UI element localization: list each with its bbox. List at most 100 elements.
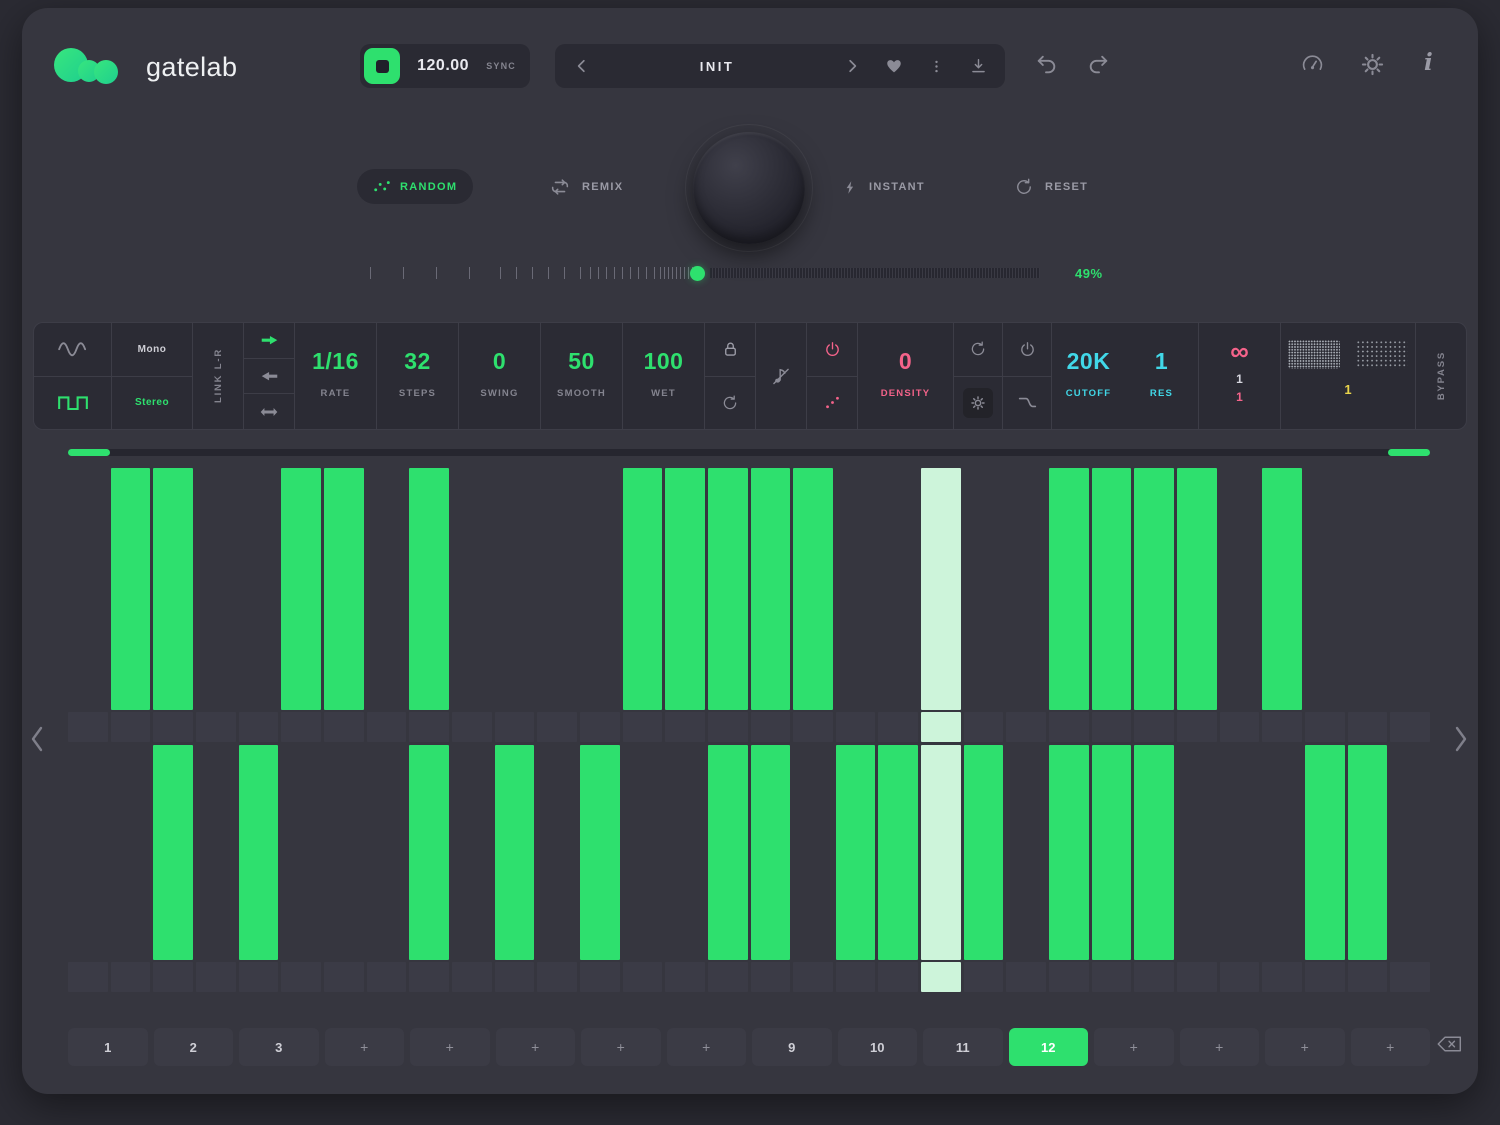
sequencer-step-10[interactable] xyxy=(452,468,492,742)
sequencer-step-6[interactable] xyxy=(281,745,321,992)
resonance-control[interactable]: 1 RES xyxy=(1125,323,1198,429)
pattern-slot-11[interactable]: 11 xyxy=(923,1028,1003,1066)
sequencer-step-16[interactable] xyxy=(708,468,748,742)
sequencer-step-28[interactable] xyxy=(1220,468,1260,742)
rate-control[interactable]: 1/16 RATE xyxy=(295,323,376,429)
loop-end-handle[interactable] xyxy=(1388,449,1430,456)
sequencer-step-9[interactable] xyxy=(409,745,449,992)
redo-button[interactable] xyxy=(1086,52,1111,77)
sequencer-step-13[interactable] xyxy=(580,745,620,992)
pattern-slot-10[interactable]: 10 xyxy=(838,1028,918,1066)
wet-control[interactable]: 100 WET xyxy=(623,323,704,429)
sequencer-step-26[interactable] xyxy=(1134,745,1174,992)
sequencer-step-22[interactable] xyxy=(964,745,1004,992)
smooth-control[interactable]: 50 SMOOTH xyxy=(541,323,622,429)
sequencer-step-5[interactable] xyxy=(239,468,279,742)
sequencer-step-17[interactable] xyxy=(751,745,791,992)
sequencer-step-5[interactable] xyxy=(239,745,279,992)
pattern-slot-add[interactable]: + xyxy=(667,1028,747,1066)
pattern-slot-add[interactable]: + xyxy=(1180,1028,1260,1066)
noise-sparse-icon[interactable] xyxy=(1356,340,1408,369)
mono-button[interactable]: Mono xyxy=(112,323,192,376)
pattern-slot-9[interactable]: 9 xyxy=(752,1028,832,1066)
density-power-button[interactable] xyxy=(807,323,857,376)
sequencer-step-11[interactable] xyxy=(495,745,535,992)
pattern-slot-2[interactable]: 2 xyxy=(154,1028,234,1066)
lock-button[interactable] xyxy=(705,323,755,376)
swing-control[interactable]: 0 SWING xyxy=(459,323,540,429)
pattern-slot-add[interactable]: + xyxy=(410,1028,490,1066)
link-lr-toggle[interactable]: LINK L-R xyxy=(213,348,224,403)
sequencer-step-3[interactable] xyxy=(153,468,193,742)
repeat-control[interactable]: ∞ 1 1 xyxy=(1199,323,1280,429)
settings-button[interactable] xyxy=(1360,52,1385,77)
sequencer-step-22[interactable] xyxy=(964,468,1004,742)
loop-range-track[interactable] xyxy=(68,449,1430,456)
bypass-toggle[interactable]: BYPASS xyxy=(1436,351,1447,400)
loop-start-handle[interactable] xyxy=(68,449,110,456)
sequencer-step-16[interactable] xyxy=(708,745,748,992)
pattern-slot-3[interactable]: 3 xyxy=(239,1028,319,1066)
pattern-slot-1[interactable]: 1 xyxy=(68,1028,148,1066)
sequencer-step-24[interactable] xyxy=(1049,468,1089,742)
sequencer-step-21[interactable] xyxy=(921,468,961,742)
sequencer-step-2[interactable] xyxy=(111,745,151,992)
sequencer-step-15[interactable] xyxy=(665,468,705,742)
cutoff-control[interactable]: 20K CUTOFF xyxy=(1052,323,1125,429)
direction-backward-button[interactable] xyxy=(244,358,294,394)
noise-dense-icon[interactable] xyxy=(1288,340,1340,369)
regenerate-button[interactable] xyxy=(954,323,1002,376)
preset-next-button[interactable] xyxy=(831,44,873,88)
direction-forward-button[interactable] xyxy=(244,323,294,358)
remix-mode-button[interactable]: REMIX xyxy=(549,175,623,199)
sequencer-step-10[interactable] xyxy=(452,745,492,992)
stop-button[interactable] xyxy=(364,48,400,84)
sine-waveform-button[interactable] xyxy=(34,323,111,376)
sequencer-step-21[interactable] xyxy=(921,745,961,992)
sequencer-step-20[interactable] xyxy=(878,745,918,992)
sequencer-step-19[interactable] xyxy=(836,468,876,742)
sequencer-step-18[interactable] xyxy=(793,745,833,992)
preset-name[interactable]: INIT xyxy=(603,59,831,74)
sequencer-step-17[interactable] xyxy=(751,468,791,742)
sequencer-step-8[interactable] xyxy=(367,468,407,742)
sequencer-step-29[interactable] xyxy=(1262,745,1302,992)
direction-pingpong-button[interactable] xyxy=(244,393,294,429)
sequencer-step-14[interactable] xyxy=(623,745,663,992)
sequencer-step-29[interactable] xyxy=(1262,468,1302,742)
pattern-slot-add[interactable]: + xyxy=(581,1028,661,1066)
pattern-slot-12[interactable]: 12 xyxy=(1009,1028,1089,1066)
pattern-slot-add[interactable]: + xyxy=(1265,1028,1345,1066)
random-mode-button[interactable]: RANDOM xyxy=(357,169,473,204)
save-preset-button[interactable] xyxy=(957,44,999,88)
sequencer-step-25[interactable] xyxy=(1092,745,1132,992)
pattern-slot-add[interactable]: + xyxy=(496,1028,576,1066)
bpm-display[interactable]: 120.00 xyxy=(410,57,476,75)
reset-button[interactable]: RESET xyxy=(1014,175,1088,199)
sequencer-step-27[interactable] xyxy=(1177,468,1217,742)
pattern-slot-add[interactable]: + xyxy=(1094,1028,1174,1066)
sequencer-page-right-button[interactable] xyxy=(1454,726,1468,755)
sequencer-step-30[interactable] xyxy=(1305,468,1345,742)
sequencer-step-20[interactable] xyxy=(878,468,918,742)
density-control[interactable]: 0 DENSITY xyxy=(858,323,953,429)
sequencer-step-32[interactable] xyxy=(1390,468,1430,742)
sequencer-step-12[interactable] xyxy=(537,468,577,742)
sequencer-step-15[interactable] xyxy=(665,745,705,992)
pattern-slot-add[interactable]: + xyxy=(325,1028,405,1066)
sequencer-step-7[interactable] xyxy=(324,468,364,742)
stereo-button[interactable]: Stereo xyxy=(112,376,192,430)
sequencer-step-27[interactable] xyxy=(1177,745,1217,992)
sequencer-step-9[interactable] xyxy=(409,468,449,742)
sequencer-step-14[interactable] xyxy=(623,468,663,742)
filter-power-button[interactable] xyxy=(1003,323,1051,376)
sequencer-step-6[interactable] xyxy=(281,468,321,742)
sequencer-step-4[interactable] xyxy=(196,468,236,742)
sequencer-page-left-button[interactable] xyxy=(30,726,44,755)
mute-melody-cell[interactable] xyxy=(756,323,806,429)
sequencer-step-26[interactable] xyxy=(1134,468,1174,742)
sequencer-step-1[interactable] xyxy=(68,745,108,992)
sequencer-step-8[interactable] xyxy=(367,745,407,992)
sequencer-step-18[interactable] xyxy=(793,468,833,742)
undo-button[interactable] xyxy=(1034,52,1059,77)
